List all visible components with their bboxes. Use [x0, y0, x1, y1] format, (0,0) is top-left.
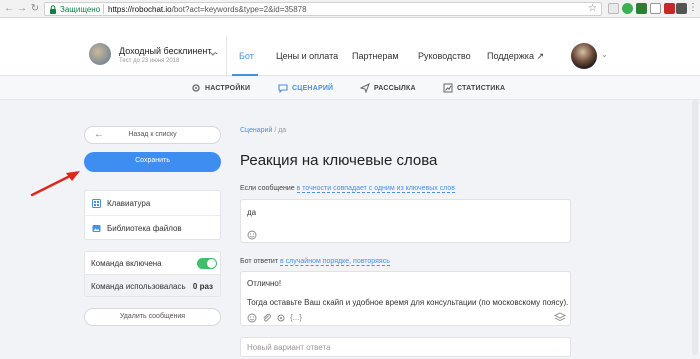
page-scrollbar[interactable]	[692, 100, 698, 355]
url-host: https://robochat.io	[108, 5, 172, 14]
back-arrow-icon[interactable]: ←	[3, 3, 15, 15]
answer-line-1: Отлично!	[247, 279, 282, 288]
tab-scenario[interactable]: СЦЕНАРИЙ	[292, 85, 333, 92]
user-avatar[interactable]	[571, 43, 597, 69]
emoji-icon[interactable]	[247, 230, 257, 240]
tab-settings[interactable]: НАСТРОЙКИ	[205, 85, 250, 92]
answer-mode: Бот ответит в случайном порядке, повторя…	[240, 258, 390, 266]
extension-icon-3[interactable]	[636, 3, 647, 14]
image-library-icon	[92, 225, 101, 232]
chart-icon	[443, 83, 453, 93]
bot-avatar[interactable]	[89, 43, 111, 65]
keywords-field[interactable]: да	[240, 199, 571, 243]
command-enabled-row: Команда включена	[85, 252, 220, 274]
breadcrumb-link[interactable]: Сценарий	[240, 127, 272, 134]
sidebar-item-file-library[interactable]: Библиотека файлов	[85, 216, 220, 241]
bot-name[interactable]: Доходный бесклинент...	[119, 46, 218, 56]
command-enabled-toggle[interactable]	[197, 258, 217, 269]
bot-date: Тест до 23 июня 2018	[119, 58, 180, 64]
match-mode-link[interactable]: в точности совпадает с одним из ключевых…	[296, 185, 455, 193]
extension-icon-4[interactable]	[650, 3, 661, 14]
user-menu-caret-icon[interactable]: ⌄	[601, 50, 608, 59]
send-icon	[360, 83, 370, 93]
file-library-label: Библиотека файлов	[107, 224, 182, 233]
section-tabs	[0, 77, 700, 100]
sidebar-item-keyboard[interactable]: Клавиатура	[85, 191, 220, 216]
answer-mode-link[interactable]: в случайном порядке, повторяясь	[280, 258, 390, 266]
nav-guide[interactable]: Руководство	[418, 51, 471, 61]
url-text[interactable]: https://robochat.io/bot?act=keywords&typ…	[108, 5, 307, 14]
new-answer-placeholder: Новый вариант ответа	[247, 343, 331, 352]
breadcrumb: Сценарий / да	[240, 127, 286, 134]
gear-icon	[192, 84, 200, 92]
condition-prefix: Если сообщение	[240, 185, 295, 192]
delete-messages-label: Удалить сообщения	[119, 313, 186, 320]
nav-partners[interactable]: Партнерам	[352, 51, 399, 61]
lock-icon	[50, 5, 56, 14]
extension-icon-2[interactable]	[622, 3, 633, 14]
keyboard-label: Клавиатура	[107, 199, 151, 208]
secure-label: Защищено	[60, 5, 101, 14]
url-separator	[103, 4, 104, 14]
command-status-card: Команда включена Команда использовалась …	[84, 251, 221, 297]
command-usage-row: Команда использовалась 0 раз	[85, 274, 220, 296]
tab-statistics[interactable]: СТАТИСТИКА	[457, 85, 505, 92]
red-arrow-annotation	[30, 171, 80, 197]
delete-messages-button[interactable]: Удалить сообщения	[84, 308, 221, 326]
breadcrumb-current: да	[278, 127, 287, 134]
bookmark-star-icon[interactable]: ☆	[588, 3, 597, 14]
command-usage-value: 0 раз	[192, 282, 213, 291]
command-enabled-label: Команда включена	[91, 259, 162, 268]
browser-toolbar: ← → ↻ Защищено https://robochat.io/bot?a…	[0, 0, 700, 18]
save-label: Сохранить	[135, 157, 170, 164]
answer-field[interactable]: Отлично! Тогда оставьте Ваш скайп и удоб…	[240, 271, 571, 326]
command-usage-label: Команда использовалась	[91, 282, 186, 291]
active-nav-indicator	[232, 74, 258, 76]
new-answer-input[interactable]: Новый вариант ответа	[240, 337, 571, 357]
sidebar-menu: Клавиатура Библиотека файлов	[84, 190, 221, 240]
url-path: /bot?act=keywords&type=2&id=35878	[171, 5, 307, 14]
answer-prefix: Бот ответит	[240, 258, 279, 265]
tab-mailing[interactable]: РАССЫЛКА	[374, 85, 416, 92]
nav-bot[interactable]: Бот	[239, 51, 254, 61]
breadcrumb-separator: /	[274, 127, 277, 134]
nav-support[interactable]: Поддержка ↗	[487, 51, 544, 62]
save-button[interactable]: Сохранить	[84, 152, 221, 172]
keyword-text: да	[247, 208, 257, 217]
extension-icon-6[interactable]	[676, 3, 687, 14]
layers-icon[interactable]	[554, 312, 566, 323]
gear-icon[interactable]	[276, 313, 286, 323]
nav-prices[interactable]: Цены и оплата	[276, 51, 338, 61]
emoji-icon[interactable]	[247, 313, 257, 323]
page-title: Реакция на ключевые слова	[240, 152, 438, 169]
extension-icon-5[interactable]	[664, 3, 675, 14]
header-divider	[226, 36, 227, 76]
toggle-knob	[207, 259, 216, 268]
back-to-list-button[interactable]: ← Назад к списку	[84, 126, 221, 144]
forward-arrow-icon[interactable]: →	[16, 3, 28, 15]
reload-icon[interactable]: ↻	[29, 3, 41, 15]
paperclip-icon[interactable]	[262, 313, 272, 323]
browser-menu-icon[interactable]: ⋮	[688, 2, 698, 14]
keyboard-icon	[92, 199, 101, 208]
address-bar[interactable]: Защищено https://robochat.io/bot?act=key…	[44, 2, 602, 16]
variables-icon[interactable]: {...}	[290, 313, 302, 322]
back-to-list-label: Назад к списку	[128, 131, 177, 138]
match-condition: Если сообщение в точности совпадает с од…	[240, 185, 455, 193]
chat-bubble-icon	[278, 84, 288, 93]
chevron-down-icon[interactable]	[207, 47, 219, 59]
answer-line-2: Тогда оставьте Ваш скайп и удобное время…	[247, 298, 569, 307]
extension-icon-1[interactable]	[608, 3, 619, 14]
